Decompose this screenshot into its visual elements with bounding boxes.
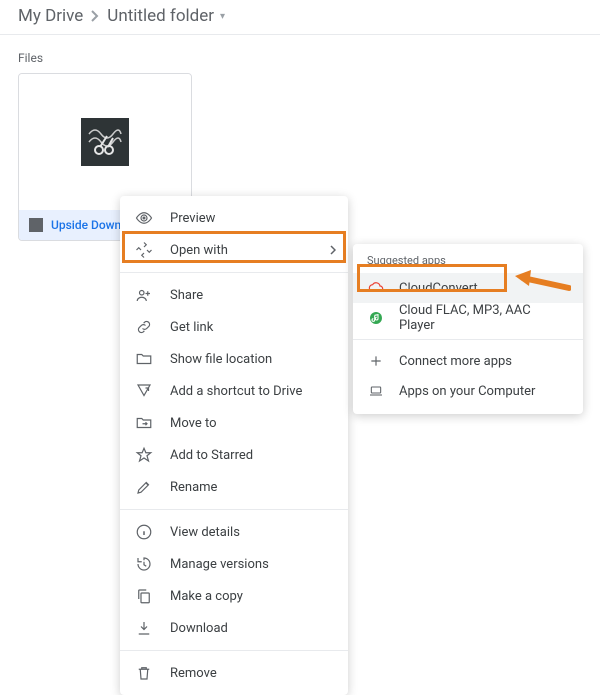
menu-remove[interactable]: Remove — [120, 657, 348, 689]
chevron-right-icon — [91, 10, 99, 22]
menu-label: Preview — [170, 211, 215, 226]
menu-get-link[interactable]: Get link — [120, 311, 348, 343]
submenu-label: Connect more apps — [399, 354, 512, 369]
menu-share[interactable]: Share — [120, 279, 348, 311]
trash-icon — [134, 663, 154, 683]
submenu-label: Cloud FLAC, MP3, AAC Player — [399, 303, 569, 333]
menu-label: Share — [170, 288, 203, 303]
menu-separator — [120, 650, 348, 651]
breadcrumb-root[interactable]: My Drive — [18, 6, 83, 26]
share-icon — [134, 285, 154, 305]
laptop-icon — [367, 383, 385, 399]
audio-file-icon — [29, 218, 43, 232]
breadcrumb: My Drive Untitled folder ▾ — [0, 0, 600, 35]
submenu-section-label: Suggested apps — [353, 250, 583, 273]
shortcut-icon — [134, 381, 154, 401]
submenu-separator — [353, 339, 583, 340]
move-icon — [134, 413, 154, 433]
cloudconvert-icon — [367, 280, 385, 296]
menu-make-copy[interactable]: Make a copy — [120, 580, 348, 612]
menu-separator — [120, 509, 348, 510]
menu-label: Manage versions — [170, 557, 269, 572]
menu-open-with[interactable]: Open with — [120, 234, 348, 266]
rename-icon — [134, 477, 154, 497]
menu-show-location[interactable]: Show file location — [120, 343, 348, 375]
menu-label: Remove — [170, 666, 217, 681]
submenu-cloudconvert[interactable]: CloudConvert — [353, 273, 583, 303]
menu-label: Download — [170, 621, 228, 636]
submenu-flac-player[interactable]: Cloud FLAC, MP3, AAC Player — [353, 303, 583, 333]
menu-manage-versions[interactable]: Manage versions — [120, 548, 348, 580]
download-icon — [134, 618, 154, 638]
info-icon — [134, 522, 154, 542]
section-label-files: Files — [0, 35, 600, 73]
open-with-icon — [134, 240, 154, 260]
menu-label: Rename — [170, 480, 217, 495]
menu-download[interactable]: Download — [120, 612, 348, 644]
menu-label: View details — [170, 525, 240, 540]
menu-add-shortcut[interactable]: Add a shortcut to Drive — [120, 375, 348, 407]
file-thumbnail — [19, 74, 191, 210]
chevron-down-icon[interactable]: ▾ — [220, 11, 225, 22]
menu-label: Move to — [170, 416, 217, 431]
menu-separator — [120, 272, 348, 273]
submenu-apps-computer[interactable]: Apps on your Computer — [353, 376, 583, 406]
menu-add-starred[interactable]: Add to Starred — [120, 439, 348, 471]
chevron-right-icon — [330, 245, 336, 255]
menu-label: Get link — [170, 320, 213, 335]
submenu-connect-more[interactable]: Connect more apps — [353, 346, 583, 376]
menu-label: Open with — [170, 243, 228, 258]
menu-move-to[interactable]: Move to — [120, 407, 348, 439]
breadcrumb-folder[interactable]: Untitled folder — [107, 6, 214, 26]
menu-preview[interactable]: Preview — [120, 202, 348, 234]
submenu-label: Apps on your Computer — [399, 384, 535, 399]
menu-label: Make a copy — [170, 589, 243, 604]
plus-icon — [367, 354, 385, 368]
menu-label: Add a shortcut to Drive — [170, 384, 302, 399]
menu-label: Add to Starred — [170, 448, 253, 463]
menu-view-details[interactable]: View details — [120, 516, 348, 548]
copy-icon — [134, 586, 154, 606]
link-icon — [134, 317, 154, 337]
file-name: Upside Down — [51, 218, 121, 232]
open-with-submenu: Suggested apps CloudConvert Cloud FLAC, … — [353, 244, 583, 414]
submenu-label: CloudConvert — [399, 281, 478, 296]
menu-rename[interactable]: Rename — [120, 471, 348, 503]
context-menu: Preview Open with Share Get link Show fi… — [120, 196, 348, 695]
star-icon — [134, 445, 154, 465]
menu-label: Show file location — [170, 352, 272, 367]
eye-icon — [134, 208, 154, 228]
audio-thumb-icon — [81, 118, 129, 166]
folder-icon — [134, 349, 154, 369]
history-icon — [134, 554, 154, 574]
music-app-icon — [367, 310, 385, 326]
